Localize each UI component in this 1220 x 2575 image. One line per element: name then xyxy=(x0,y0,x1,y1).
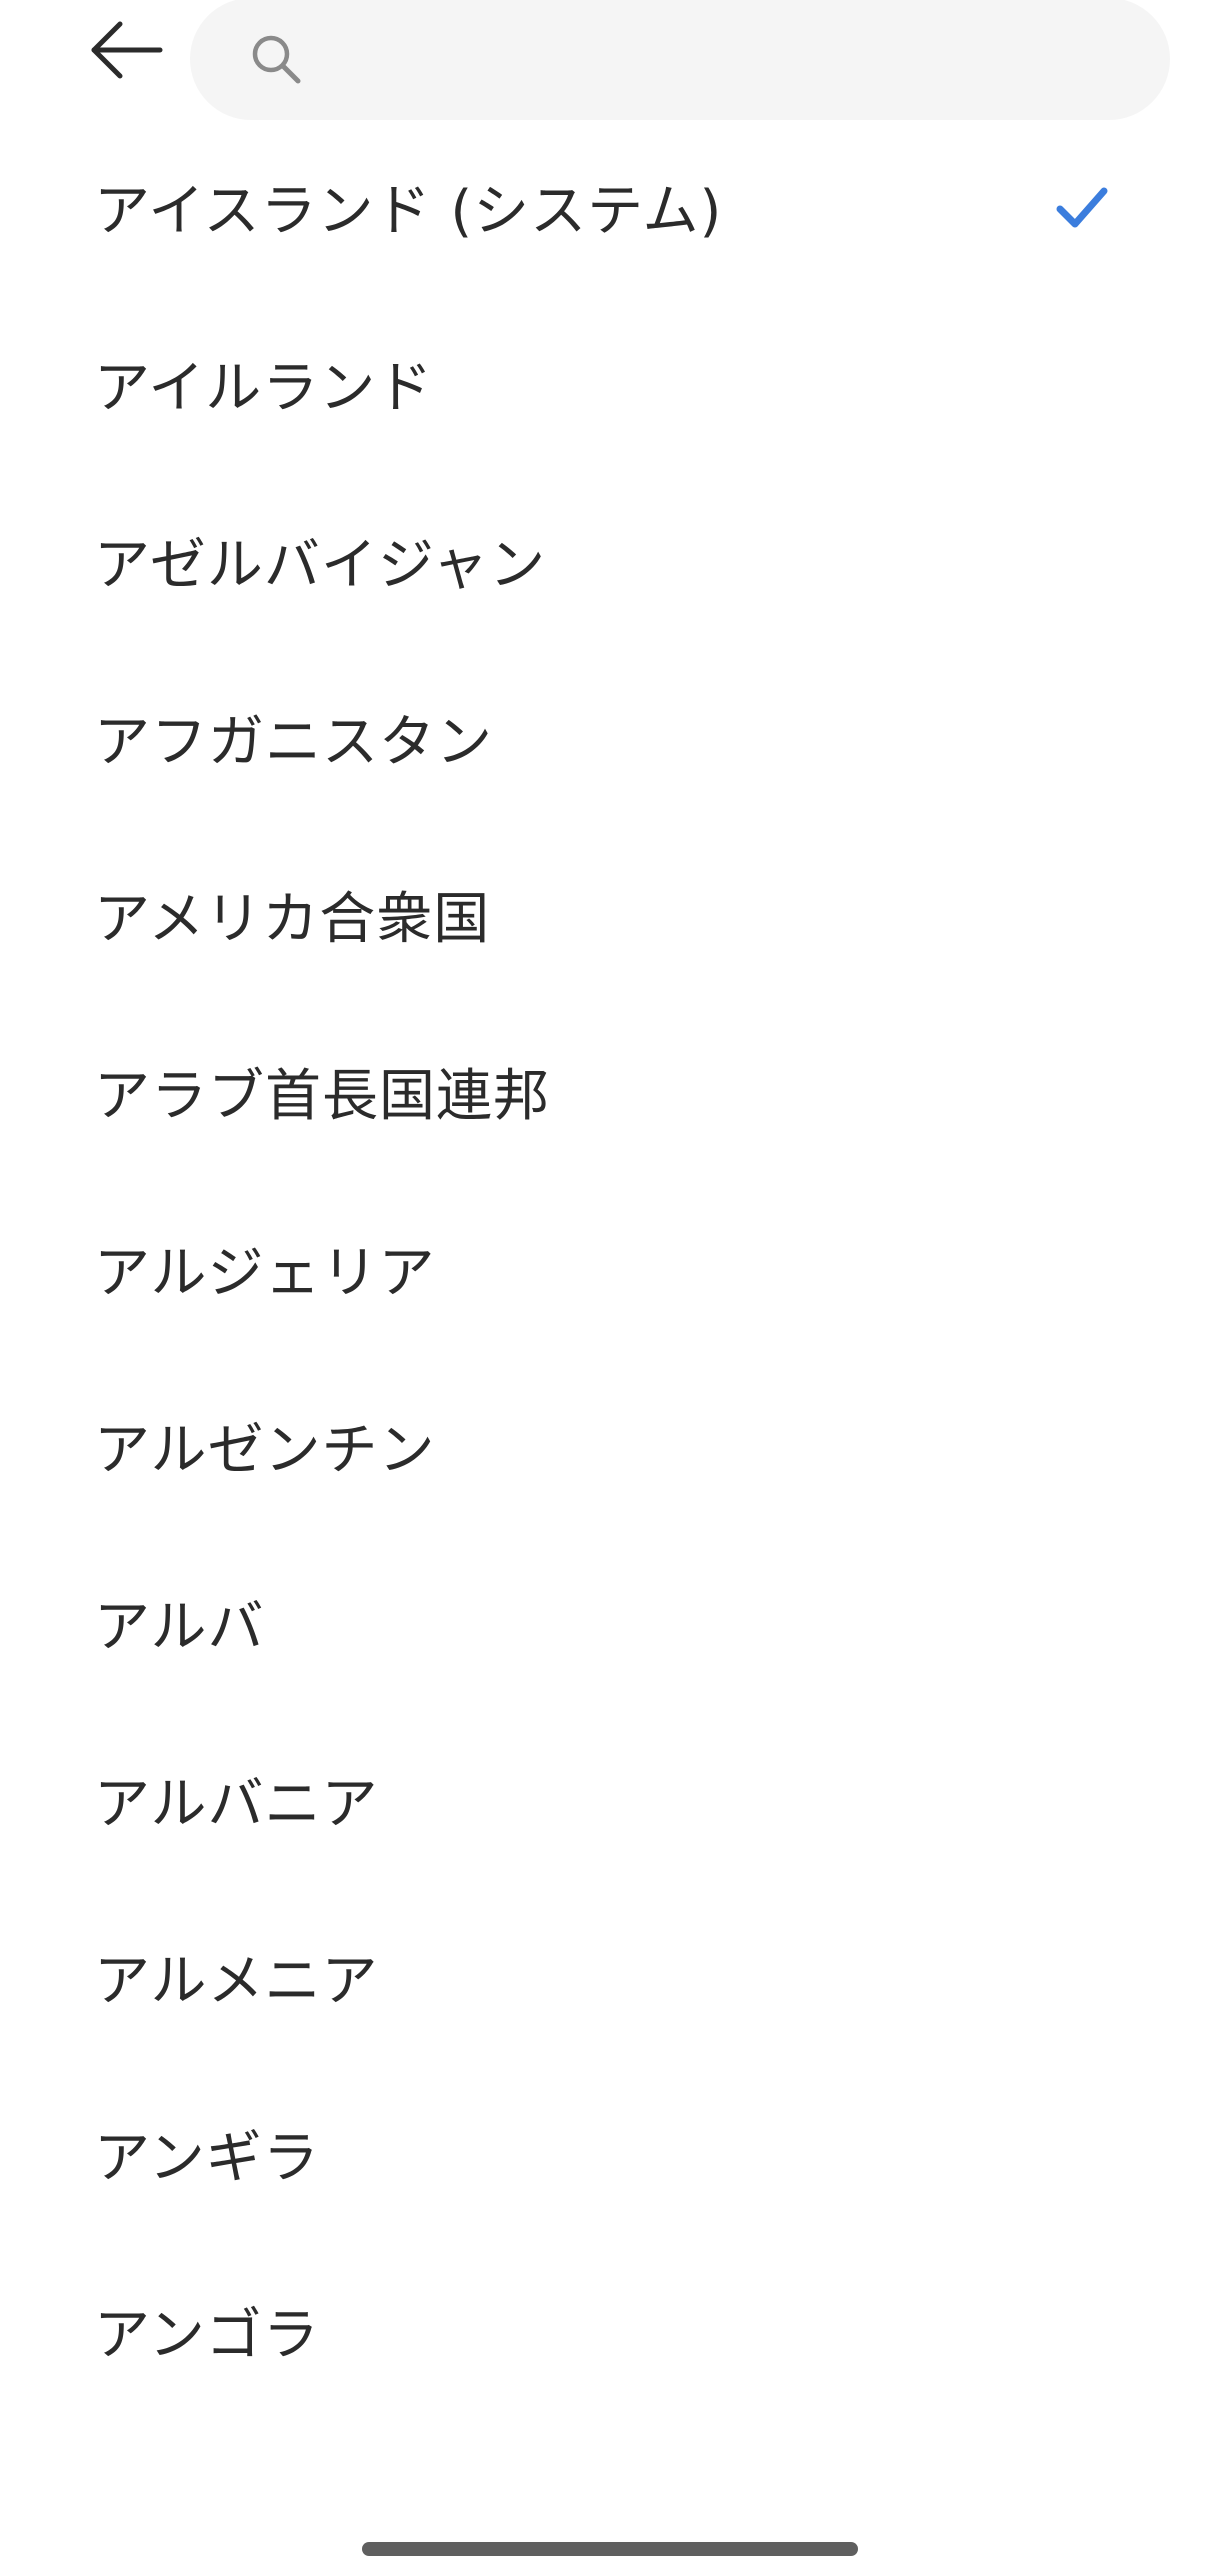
search-icon xyxy=(246,29,306,89)
list-item-albania[interactable]: アルバニア xyxy=(0,1711,1220,1888)
list-item-label: アルジェリア xyxy=(94,1241,436,1306)
home-indicator[interactable] xyxy=(362,2542,858,2556)
list-item-afghanistan[interactable]: アフガニスタン xyxy=(0,649,1220,826)
list-item-azerbaijan[interactable]: アゼルバイジャン xyxy=(0,472,1220,649)
list-item-label: アフガニスタン xyxy=(94,710,493,775)
country-list: アイスランド (システム) アイルランド アゼルバイジャン アフガニスタン アメ… xyxy=(0,118,1220,2419)
list-item-algeria[interactable]: アルジェリア xyxy=(0,1180,1220,1357)
list-item-angola[interactable]: アンゴラ xyxy=(0,2242,1220,2419)
search-bar[interactable] xyxy=(190,0,1170,120)
list-item-label: アンギラ xyxy=(94,2126,320,2191)
back-button[interactable] xyxy=(78,10,174,90)
list-item-label: アルバニア xyxy=(94,1772,379,1837)
list-item-ireland[interactable]: アイルランド xyxy=(0,295,1220,472)
list-item-label: アメリカ合衆国 xyxy=(94,887,491,952)
search-input[interactable] xyxy=(326,8,1110,110)
list-item-label: アルゼンチン xyxy=(94,1418,436,1483)
list-item-label: アゼルバイジャン xyxy=(94,533,547,598)
list-item-label: アラブ首長国連邦 xyxy=(94,1064,550,1129)
list-item-label: アイルランド xyxy=(94,356,434,421)
list-item-label: アイスランド (システム) xyxy=(94,179,723,244)
top-bar xyxy=(0,0,1220,130)
list-item-aruba[interactable]: アルバ xyxy=(0,1534,1220,1711)
list-item-argentina[interactable]: アルゼンチン xyxy=(0,1357,1220,1534)
list-item-iceland[interactable]: アイスランド (システム) xyxy=(0,118,1220,295)
list-item-label: アンゴラ xyxy=(94,2303,320,2368)
list-item-label: アルメニア xyxy=(94,1949,379,2014)
list-item-armenia[interactable]: アルメニア xyxy=(0,1888,1220,2065)
list-item-anguilla[interactable]: アンギラ xyxy=(0,2065,1220,2242)
list-item-united-states[interactable]: アメリカ合衆国 xyxy=(0,826,1220,1003)
list-item-label: アルバ xyxy=(94,1595,265,1660)
arrow-left-icon xyxy=(91,21,163,79)
list-item-united-arab-emirates[interactable]: アラブ首長国連邦 xyxy=(0,1003,1220,1180)
checkmark-icon xyxy=(1056,187,1108,227)
